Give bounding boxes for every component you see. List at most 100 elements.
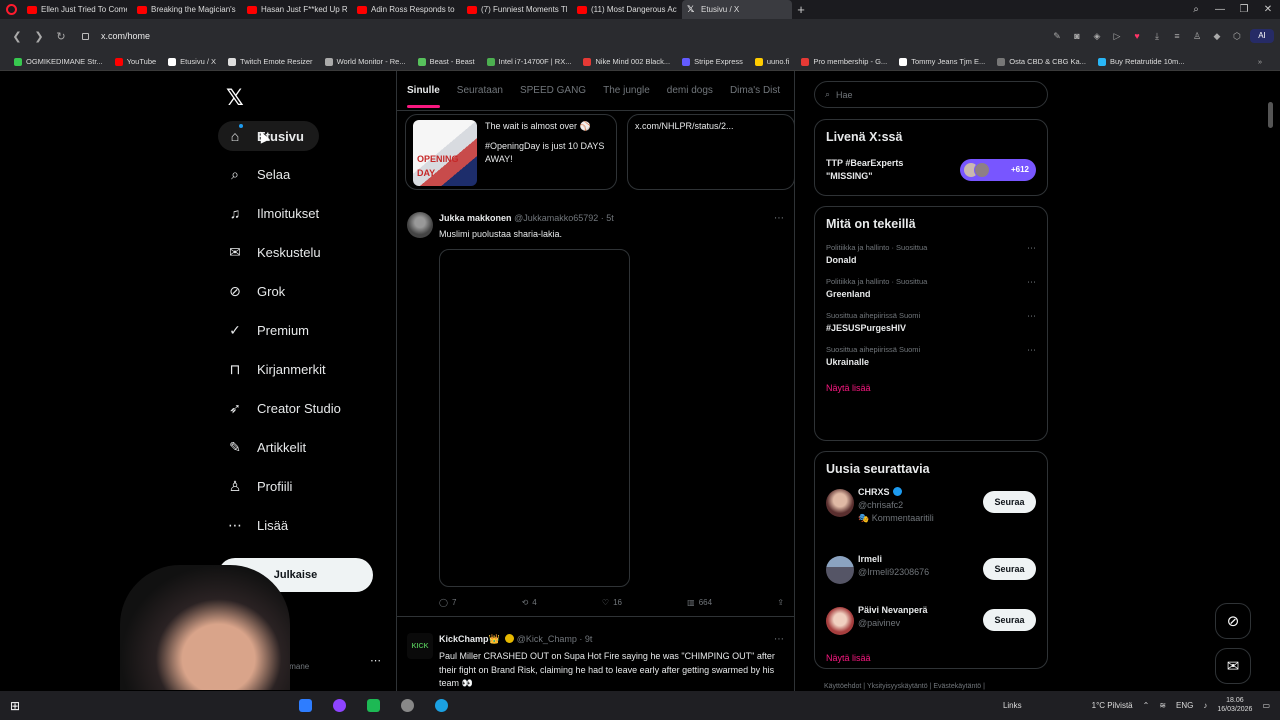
close-icon[interactable]: ✕ xyxy=(1256,4,1280,15)
follow-suggestion[interactable]: Irmeli @Irmeli92308676 Seuraa xyxy=(826,554,1036,594)
timeline-tab[interactable]: Seurataan xyxy=(457,85,503,96)
nav-item-kirjanmerkit[interactable]: ⊓ Kirjanmerkit xyxy=(218,354,326,384)
avatar[interactable] xyxy=(407,212,433,238)
edge-icon[interactable] xyxy=(428,696,454,716)
trend-more-icon[interactable]: ⋯ xyxy=(1027,277,1036,288)
browser-tab[interactable]: (7) Funniest Moments Th xyxy=(462,0,572,19)
follow-button[interactable]: Seuraa xyxy=(983,558,1036,580)
menu-icon[interactable]: ≡ xyxy=(1170,29,1184,43)
avatar[interactable] xyxy=(826,489,854,517)
like-button[interactable]: ♡ 16 xyxy=(602,598,622,607)
grok-float-icon[interactable]: ⊘ xyxy=(1215,603,1251,639)
maximize-icon[interactable]: ❐ xyxy=(1232,4,1256,15)
nav-item-ilmoitukset[interactable]: ♫ Ilmoitukset xyxy=(218,198,319,228)
nav-item-grok[interactable]: ⊘ Grok xyxy=(218,276,285,306)
trend-more-icon[interactable]: ⋯ xyxy=(1027,345,1036,356)
tweet-more-icon[interactable]: ⋯ xyxy=(774,213,784,224)
tweet-handle[interactable]: @Jukkamakko65792 · 5t xyxy=(514,213,614,223)
account-more-icon[interactable]: ⋯ xyxy=(370,654,381,667)
notifications-icon[interactable]: ▭ xyxy=(1262,701,1270,710)
opera-logo-icon[interactable] xyxy=(0,0,22,19)
nav-item-premium[interactable]: ✓ Premium xyxy=(218,315,309,345)
app-icon[interactable] xyxy=(292,696,318,716)
bookmark[interactable]: Etusivu / X xyxy=(162,57,222,66)
tweet-video[interactable] xyxy=(439,248,630,587)
tweet-more-icon[interactable]: ⋯ xyxy=(774,634,784,645)
play-icon[interactable]: ▷ xyxy=(1110,29,1124,43)
ai-icon[interactable]: AI xyxy=(1250,29,1274,43)
browser-tab[interactable]: 𝕏 Etusivu / X xyxy=(682,0,792,19)
clock[interactable]: 18.06 16/03/2026 xyxy=(1217,697,1252,714)
app-icon[interactable] xyxy=(360,696,386,716)
reply-button[interactable]: ◯ 7 xyxy=(439,598,456,607)
search-input[interactable]: ⌕ Hae xyxy=(814,81,1048,108)
address-field[interactable]: x.com/home xyxy=(82,31,150,41)
weather[interactable]: 1°C Pilvistä xyxy=(1092,701,1133,710)
bookmark[interactable]: Beast - Beast xyxy=(412,57,481,66)
trend-more-icon[interactable]: ⋯ xyxy=(1027,311,1036,322)
wifi-icon[interactable]: ≋ xyxy=(1159,701,1166,710)
language[interactable]: ENG xyxy=(1176,701,1193,710)
volume-icon[interactable]: ♪ xyxy=(1203,701,1207,710)
messages-float-icon[interactable]: ✉ xyxy=(1215,648,1251,684)
trend-more-icon[interactable]: ⋯ xyxy=(1027,243,1036,254)
windows-start-icon[interactable]: ⊞ xyxy=(0,699,30,713)
trend-item[interactable]: Politiikka ja hallinto · Suosittua Donald… xyxy=(826,243,1036,265)
timeline-tab[interactable]: SPEED GANG xyxy=(520,85,586,96)
tweet[interactable]: KICK KickChamp👑 @Kick_Champ · 9t ⋯ Paul … xyxy=(397,624,794,691)
views-button[interactable]: ▥ 664 xyxy=(687,598,712,607)
footer-links[interactable]: Käyttöehdot | Yksityisyyskäytäntö | Eväs… xyxy=(824,683,985,690)
back-icon[interactable]: ❮ xyxy=(6,30,28,43)
follow-show-more-link[interactable]: Näytä lisää xyxy=(826,653,1036,663)
follow-suggestion[interactable]: CHRXS @chrisafc2 🎭 Kommentaaritili Seuraa xyxy=(826,487,1036,543)
reload-icon[interactable]: ↻ xyxy=(50,30,72,43)
bookmark[interactable]: Intel i7-14700F | RX... xyxy=(481,57,578,66)
quote-card[interactable]: x.com/NHLPR/status/2... xyxy=(627,114,794,190)
camera-icon[interactable]: ◙ xyxy=(1070,29,1084,43)
bookmark[interactable]: Osta CBD & CBG Ka... xyxy=(991,57,1092,66)
nav-item-keskustelu[interactable]: ✉ Keskustelu xyxy=(218,237,320,267)
page-scrollbar[interactable] xyxy=(1268,74,1275,694)
bookmark[interactable]: uuno.fi xyxy=(749,57,796,66)
browser-tab[interactable]: Ellen Just Tried To Comeb xyxy=(22,0,132,19)
tray-chevron-icon[interactable]: ⌃ xyxy=(1143,701,1150,710)
avatar[interactable] xyxy=(826,556,854,584)
edit-icon[interactable]: ✎ xyxy=(1050,29,1064,43)
avatar[interactable] xyxy=(826,607,854,635)
browser-tab[interactable]: (11) Most Dangerous Act xyxy=(572,0,682,19)
bookmarks-more-icon[interactable]: » xyxy=(1258,57,1262,66)
bookmark[interactable]: Nike Mind 002 Black... xyxy=(577,57,676,66)
trend-item[interactable]: Suosittua aihepiirissä Suomi #JESUSPurges… xyxy=(826,311,1036,333)
timeline-tab[interactable]: The jungle xyxy=(603,85,650,96)
repost-button[interactable]: ⟲ 4 xyxy=(522,598,537,607)
avatar[interactable]: KICK xyxy=(407,633,433,659)
follow-button[interactable]: Seuraa xyxy=(983,491,1036,513)
browser-tab[interactable]: Adin Ross Responds to Gy xyxy=(352,0,462,19)
bookmark[interactable]: World Monitor - Re... xyxy=(319,57,412,66)
nav-item-profiili[interactable]: ♙ Profiili xyxy=(218,471,293,501)
app-icon[interactable] xyxy=(326,696,352,716)
account-switcher[interactable]: di lemane xyxy=(283,649,383,671)
nav-item-artikkelit[interactable]: ✎ Artikkelit xyxy=(218,432,306,462)
extension-icon[interactable]: ◆ xyxy=(1210,29,1224,43)
shield-icon[interactable]: ◈ xyxy=(1090,29,1104,43)
browser-tab[interactable]: Hasan Just F**ked Up Rea xyxy=(242,0,352,19)
tweet-handle[interactable]: @Kick_Champ · 9t xyxy=(517,634,593,644)
share-icon[interactable]: ⇪ xyxy=(777,598,784,607)
follow-button[interactable]: Seuraa xyxy=(983,609,1036,631)
trend-item[interactable]: Politiikka ja hallinto · Suosittua Greenl… xyxy=(826,277,1036,299)
tweet-author[interactable]: Jukka makkonen xyxy=(439,213,512,223)
nav-item-selaa[interactable]: ⌕ Selaa xyxy=(218,159,290,189)
heart-icon[interactable]: ♥ xyxy=(1130,29,1144,43)
trend-item[interactable]: Suosittua aihepiirissä Suomi Ukrainalle ⋯ xyxy=(826,345,1036,367)
tab-search-icon[interactable]: ⌕ xyxy=(1184,4,1208,15)
browser-tab[interactable]: Breaking the Magician's C xyxy=(132,0,242,19)
bookmark[interactable]: Twitch Emote Resizer xyxy=(222,57,319,66)
download-icon[interactable]: ⤓ xyxy=(1150,29,1164,43)
quote-card[interactable]: OPENING DAY The wait is almost over ⚾ #O… xyxy=(405,114,617,190)
trends-show-more-link[interactable]: Näytä lisää xyxy=(826,383,1036,393)
app-icon[interactable] xyxy=(394,696,420,716)
follow-suggestion[interactable]: Päivi Nevanperä @paivinev Seuraa xyxy=(826,605,1036,645)
x-logo-icon[interactable]: 𝕏 xyxy=(226,85,244,111)
nav-item-lisää[interactable]: ⋯ Lisää xyxy=(218,510,288,540)
